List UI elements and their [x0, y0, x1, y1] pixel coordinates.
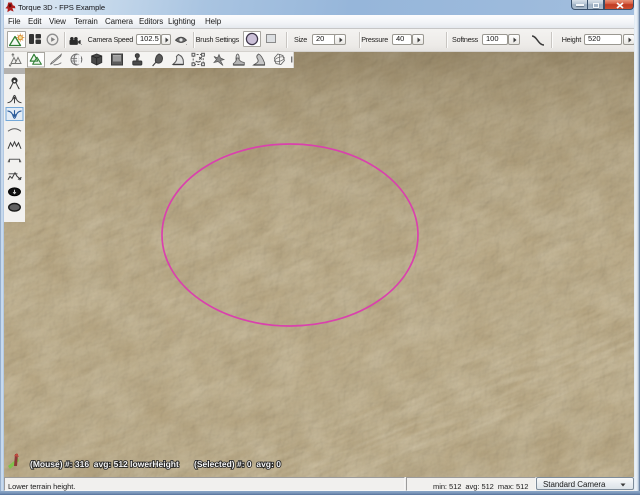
svg-text:(Selected) #: 0 avg: 0: (Selected) #: 0 avg: 0 — [194, 459, 281, 469]
svg-text:(Mouse) #: 316 avg: 512 lower: (Mouse) #: 316 avg: 512 lowerHeight — [30, 459, 179, 469]
